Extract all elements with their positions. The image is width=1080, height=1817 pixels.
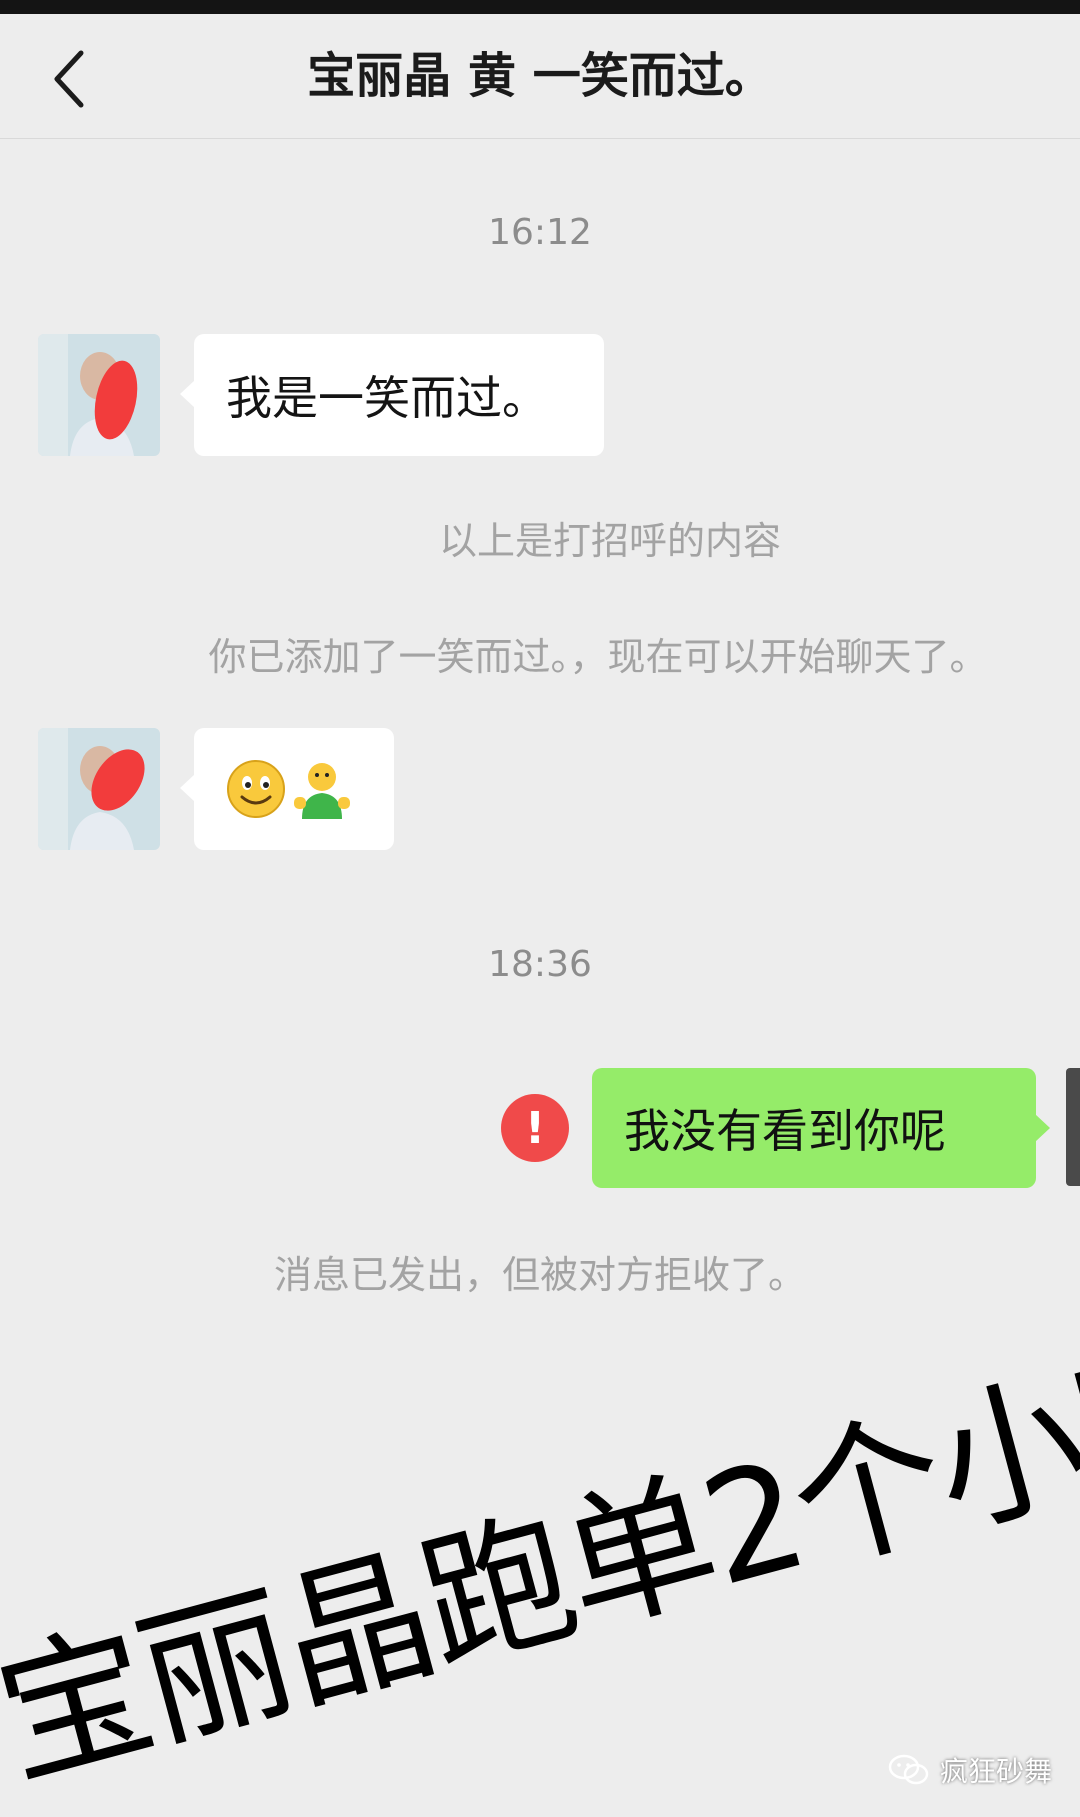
chat-title: 宝丽晶 黄 一笑而过。 [307,48,773,104]
system-message: 以上是打招呼的内容 [438,519,781,563]
rejection-notice: 消息已发出，但被对方拒收了。 [273,1253,806,1297]
edge-frame [1066,1068,1080,1186]
watermark-text: 疯狂砂舞 [939,1755,1052,1788]
avatar-image [38,728,160,850]
status-bar [0,0,1080,14]
send-failed-icon[interactable]: ! [501,1094,569,1162]
overlay-caption: 宝丽晶跑单2个小时 [0,1315,1080,1810]
system-message: 你已添加了一笑而过。，现在可以开始聊天了。 [208,635,988,679]
outgoing-message[interactable]: 我没有看到你呢 [592,1068,1050,1188]
avatar[interactable] [38,334,160,456]
incoming-message[interactable] [180,728,394,850]
chat-header: 宝丽晶 黄 一笑而过。 [0,14,1080,139]
watermark: 疯狂砂舞 [888,1750,1052,1790]
wechat-logo-icon [888,1754,929,1785]
back-button[interactable] [38,44,98,114]
avatar-image [38,334,160,456]
incoming-message[interactable]: 我是一笑而过。 [180,334,604,456]
avatar[interactable] [38,728,160,850]
timestamp: 18:36 [488,944,592,985]
message-text: 我没有看到你呢 [624,1104,946,1158]
chevron-left-icon [54,50,84,108]
smile-and-waving-person-emoji [227,760,350,819]
timestamp: 16:12 [488,212,592,253]
message-text: 我是一笑而过。 [226,371,548,425]
